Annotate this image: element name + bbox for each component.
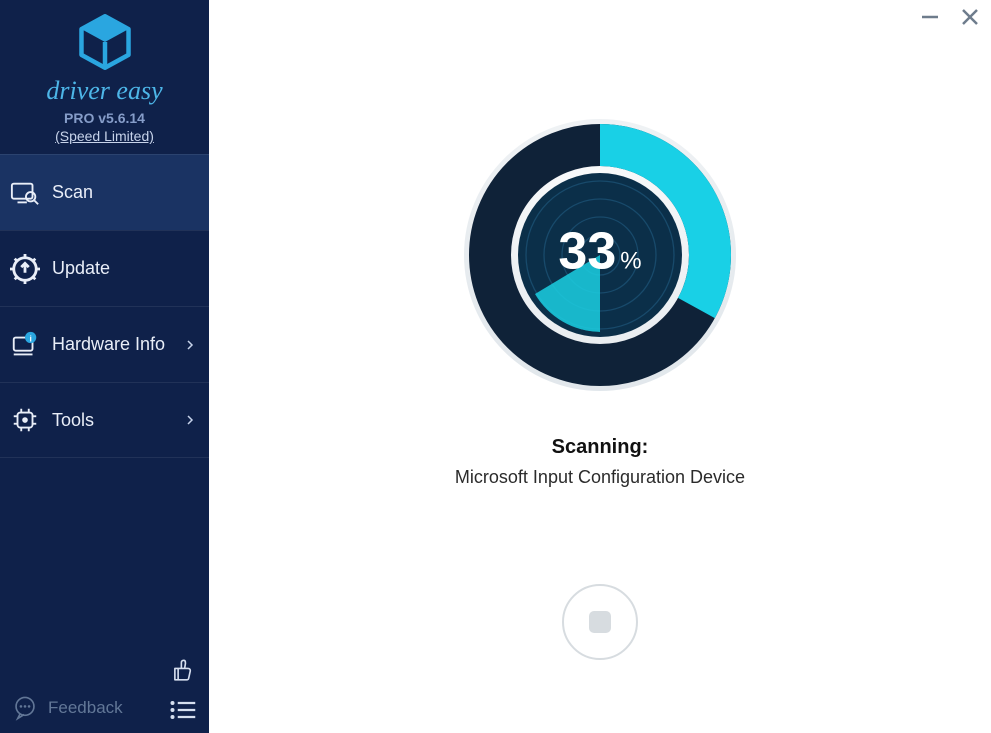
stop-icon bbox=[589, 611, 611, 633]
menu-list-icon[interactable] bbox=[169, 699, 197, 721]
sidebar-nav: Scan Update i Hardware Info bbox=[0, 154, 209, 458]
sidebar-item-label: Hardware Info bbox=[52, 334, 165, 355]
sidebar-item-scan[interactable]: Scan bbox=[0, 154, 209, 230]
sidebar-item-label: Tools bbox=[52, 410, 94, 431]
progress-percent-symbol: % bbox=[620, 247, 641, 275]
version-label: PRO v5.6.14 bbox=[64, 110, 145, 126]
sidebar: driver easy PRO v5.6.14 (Speed Limited) … bbox=[0, 0, 209, 733]
sidebar-item-label: Update bbox=[52, 258, 110, 279]
stop-scan-button[interactable] bbox=[562, 584, 638, 660]
progress-readout: 33 % bbox=[558, 221, 641, 281]
scan-progress: 33 % bbox=[461, 116, 739, 394]
brand-name: driver easy bbox=[46, 76, 162, 106]
main-area: 33 % Scanning: Microsoft Input Configura… bbox=[209, 0, 991, 733]
hardware-info-icon: i bbox=[10, 330, 40, 360]
sidebar-bottom: Feedback bbox=[0, 647, 209, 733]
sidebar-item-label: Scan bbox=[52, 182, 93, 203]
update-icon bbox=[10, 254, 40, 284]
sidebar-item-update[interactable]: Update bbox=[0, 230, 209, 306]
scan-status: Scanning: Microsoft Input Configuration … bbox=[455, 436, 745, 488]
svg-text:i: i bbox=[29, 333, 31, 343]
brand-block: driver easy PRO v5.6.14 (Speed Limited) bbox=[0, 0, 209, 144]
speed-limited-link[interactable]: (Speed Limited) bbox=[55, 128, 154, 144]
chevron-right-icon bbox=[185, 415, 195, 425]
scan-icon bbox=[10, 178, 40, 208]
feedback-icon bbox=[12, 695, 38, 721]
feedback-label: Feedback bbox=[48, 698, 123, 718]
minimize-icon[interactable] bbox=[921, 8, 939, 26]
tools-icon bbox=[10, 405, 40, 435]
thumbs-up-icon[interactable] bbox=[170, 657, 196, 683]
brand-logo-icon bbox=[77, 14, 133, 70]
close-icon[interactable] bbox=[961, 8, 979, 26]
feedback-button[interactable]: Feedback bbox=[12, 695, 123, 721]
progress-percent-value: 33 bbox=[558, 221, 616, 281]
window-controls bbox=[921, 8, 979, 26]
scan-label: Scanning: bbox=[455, 436, 745, 459]
chevron-right-icon bbox=[185, 340, 195, 350]
scan-current-device: Microsoft Input Configuration Device bbox=[455, 467, 745, 488]
sidebar-item-hardware-info[interactable]: i Hardware Info bbox=[0, 306, 209, 382]
sidebar-item-tools[interactable]: Tools bbox=[0, 382, 209, 458]
